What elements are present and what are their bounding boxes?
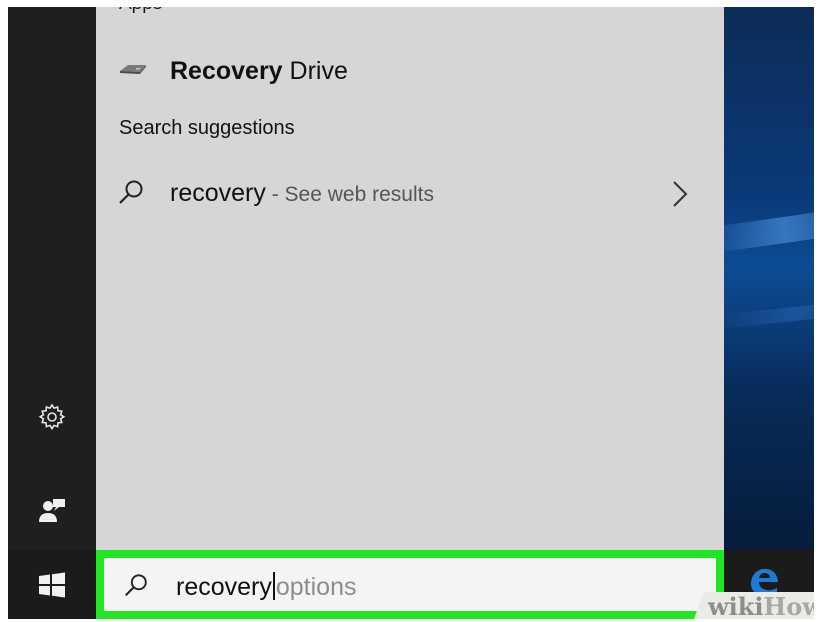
screenshot-frame: Apps Recovery Drive Search suggestions xyxy=(8,7,814,619)
watermark-part-how: How xyxy=(763,592,814,619)
drive-icon xyxy=(118,61,148,82)
search-autocomplete-text: options xyxy=(275,573,357,601)
chevron-right-icon[interactable] xyxy=(670,179,690,214)
taskbar-search-box[interactable]: recovery options xyxy=(96,550,724,619)
search-suggestions-heading: Search suggestions xyxy=(119,117,295,139)
web-search-suggestion[interactable]: recovery - See web results xyxy=(96,169,724,217)
app-result-label-rest: Drive xyxy=(282,57,348,85)
app-result-recovery-drive[interactable]: Recovery Drive xyxy=(96,47,724,91)
watermark-text: wikiHow xyxy=(708,592,814,619)
start-button[interactable] xyxy=(8,550,96,619)
windows-logo-icon xyxy=(39,572,65,597)
suggestion-query: recovery xyxy=(170,179,266,207)
desktop-wallpaper xyxy=(724,7,814,550)
feedback-button[interactable] xyxy=(8,482,96,538)
taskbar: recovery options wikiHow xyxy=(8,550,814,619)
search-typed-text: recovery xyxy=(176,573,272,601)
search-icon xyxy=(122,572,150,605)
watermark-part-wiki: wiki xyxy=(708,592,764,619)
text-caret xyxy=(272,572,275,600)
start-left-rail xyxy=(8,7,96,550)
wallpaper-light-beam xyxy=(724,298,814,330)
gear-icon xyxy=(38,403,66,431)
search-icon xyxy=(116,178,146,213)
app-result-label-bold: Recovery xyxy=(170,57,283,85)
search-input[interactable]: recovery options xyxy=(176,572,357,602)
settings-button[interactable] xyxy=(8,389,96,445)
app-result-label: Recovery Drive xyxy=(170,57,348,86)
feedback-icon xyxy=(39,499,65,522)
wallpaper-light-beam xyxy=(724,205,814,255)
search-results-panel: Apps Recovery Drive Search suggestions xyxy=(96,7,724,550)
suggestion-suffix: - See web results xyxy=(265,183,434,206)
apps-section-heading: Apps xyxy=(119,7,162,15)
wikihow-watermark: wikiHow xyxy=(688,590,814,619)
suggestion-label: recovery - See web results xyxy=(170,179,434,208)
